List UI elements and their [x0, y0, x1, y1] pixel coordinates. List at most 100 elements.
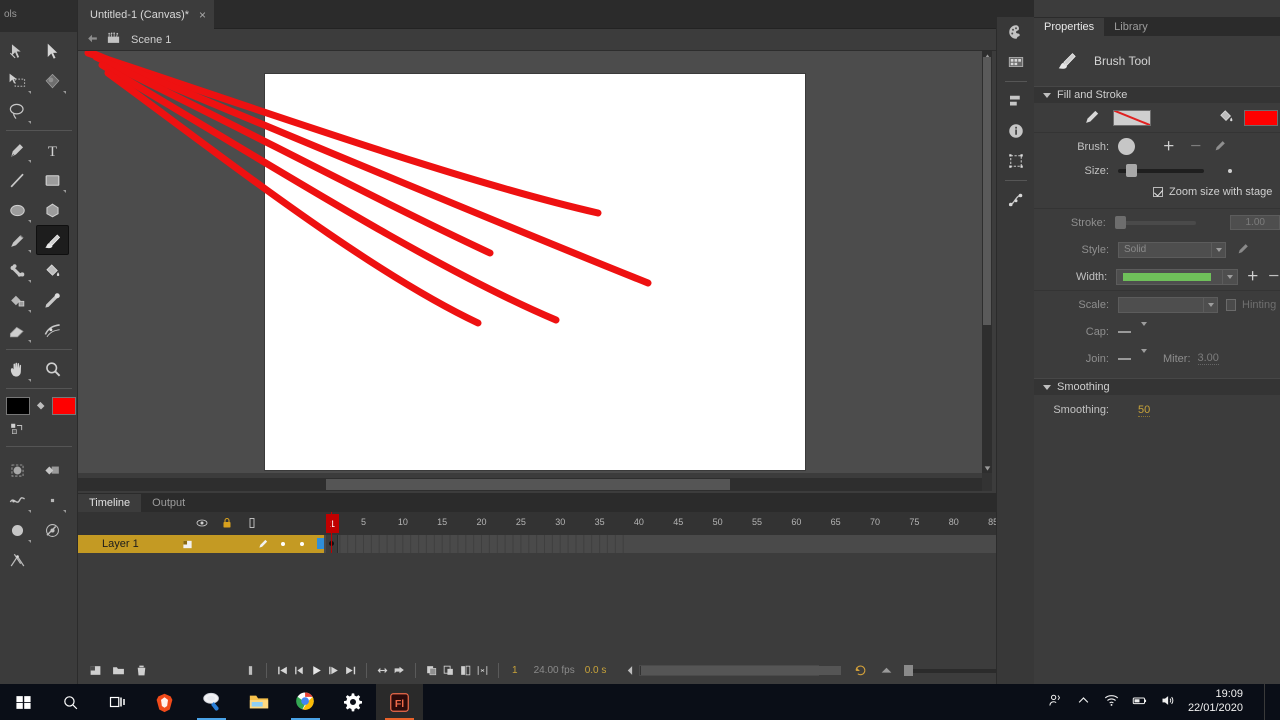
undo-icon[interactable]	[852, 662, 869, 679]
text-tool[interactable]: T	[36, 135, 69, 165]
new-folder-button[interactable]	[110, 662, 127, 679]
lasso-marquee-tool[interactable]	[1, 66, 34, 96]
align-panel-icon[interactable]	[997, 86, 1035, 116]
onion-skin-button[interactable]	[391, 662, 408, 679]
motion-editor-icon[interactable]	[997, 185, 1035, 215]
go-to-first-frame-button[interactable]	[274, 662, 291, 679]
eraser-tool[interactable]	[1, 315, 34, 345]
loop-button[interactable]	[374, 662, 391, 679]
horizontal-scroll-thumb[interactable]	[326, 479, 730, 490]
layer-lock-dot[interactable]	[292, 541, 311, 546]
settings-button[interactable]	[329, 684, 376, 720]
fill-color-swatch[interactable]	[1244, 109, 1278, 126]
new-layer-button[interactable]	[87, 662, 104, 679]
tab-output[interactable]: Output	[141, 494, 196, 512]
section-fill-and-stroke[interactable]: Fill and Stroke	[1034, 86, 1280, 103]
step-forward-button[interactable]	[325, 662, 342, 679]
zoom-size-checkbox[interactable]	[1153, 187, 1163, 197]
layer-visibility-dot[interactable]	[273, 541, 292, 546]
tab-timeline[interactable]: Timeline	[78, 494, 142, 512]
minus-icon[interactable]	[1267, 269, 1280, 284]
plus-icon[interactable]	[1162, 139, 1175, 154]
smoothing-value[interactable]: 50	[1138, 404, 1151, 417]
brave-browser-button[interactable]	[141, 684, 188, 720]
polystar-tool[interactable]	[36, 195, 69, 225]
color-panel-icon[interactable]	[997, 17, 1035, 47]
back-arrow-icon[interactable]	[86, 32, 99, 48]
pencil-tool[interactable]	[1, 225, 34, 255]
show-desktop-button[interactable]	[1264, 684, 1270, 720]
taskbar-clock[interactable]: 19:09 22/01/2020	[1188, 688, 1243, 716]
paint-bucket-icon[interactable]	[1217, 107, 1235, 128]
stage-vertical-scrollbar[interactable]	[982, 51, 992, 473]
insert-blank-keyframe-button[interactable]	[440, 662, 457, 679]
rectangle-tool[interactable]	[36, 165, 69, 195]
pencil-stroke-icon[interactable]	[1084, 108, 1101, 128]
free-transform-frame-button[interactable]	[474, 662, 491, 679]
pen-tool[interactable]	[1, 135, 34, 165]
keyframe-cell[interactable]	[326, 535, 338, 553]
battery-icon[interactable]	[1132, 693, 1147, 711]
scroll-left-icon[interactable]	[622, 662, 639, 679]
selection-tool[interactable]	[36, 36, 69, 66]
close-icon[interactable]: ×	[199, 9, 206, 21]
info-panel-icon[interactable]	[997, 116, 1035, 146]
timeline-scroll-slider[interactable]	[639, 665, 842, 676]
people-icon[interactable]	[1048, 693, 1063, 711]
zoom-tool[interactable]	[36, 354, 69, 384]
zoom-out-icon[interactable]	[878, 662, 895, 679]
tab-properties[interactable]: Properties	[1034, 18, 1105, 36]
scene-name[interactable]: Scene 1	[131, 34, 171, 46]
timeline-zoom-slider[interactable]	[904, 664, 999, 676]
stroke-color-swatch[interactable]	[6, 397, 30, 415]
outline-icon[interactable]	[246, 517, 258, 532]
vertical-scroll-thumb[interactable]	[983, 57, 991, 325]
lasso-tool[interactable]	[1, 96, 34, 126]
fill-color-swatch[interactable]	[52, 397, 76, 415]
hand-tool[interactable]	[1, 354, 34, 384]
snap-to-objects-option[interactable]	[1, 545, 34, 575]
scroll-down-icon[interactable]	[982, 463, 992, 473]
plus-icon[interactable]	[1246, 269, 1259, 284]
stage-area[interactable]	[78, 51, 990, 473]
layer-name[interactable]: Layer 1	[102, 538, 139, 550]
paint-bucket-tool[interactable]	[36, 255, 69, 285]
zoom-size-with-stage-row[interactable]: Zoom size with stage	[1034, 182, 1280, 202]
width-profile-combo[interactable]	[1116, 268, 1224, 285]
show-hidden-icons-icon[interactable]	[1076, 693, 1091, 711]
stage-canvas[interactable]	[265, 74, 805, 470]
section-smoothing[interactable]: Smoothing	[1034, 378, 1280, 395]
fps-value[interactable]: 24.00 fps	[534, 665, 575, 676]
paint-app-button[interactable]	[188, 684, 235, 720]
brush-shape-option[interactable]	[36, 515, 69, 545]
eye-icon[interactable]	[196, 517, 208, 532]
object-drawing-option[interactable]	[1, 455, 34, 485]
timeline-empty-body[interactable]	[78, 553, 1034, 666]
current-frame-value[interactable]: 1	[512, 665, 518, 676]
ink-bottle-tool[interactable]	[1, 285, 34, 315]
go-to-last-frame-button[interactable]	[342, 662, 359, 679]
lock-icon[interactable]	[221, 517, 233, 532]
smooth-option[interactable]	[1, 485, 34, 515]
onion-skin-toggle[interactable]	[242, 662, 259, 679]
insert-frame-button[interactable]	[457, 662, 474, 679]
stroke-color-swatch[interactable]	[1113, 109, 1151, 126]
start-button[interactable]	[0, 684, 47, 720]
insert-keyframe-button[interactable]	[423, 662, 440, 679]
search-button[interactable]	[47, 684, 94, 720]
timeline-frames-strip[interactable]	[324, 535, 1064, 553]
brush-size-slider[interactable]	[1118, 164, 1204, 177]
swap-colors-icon[interactable]	[8, 420, 26, 438]
lock-fill-option[interactable]	[36, 455, 69, 485]
brush-tool[interactable]	[36, 225, 69, 255]
edit-brush-icon[interactable]	[1214, 139, 1227, 155]
bone-tool[interactable]	[1, 255, 34, 285]
step-back-button[interactable]	[291, 662, 308, 679]
transform-panel-icon[interactable]	[997, 146, 1035, 176]
document-tab[interactable]: Untitled-1 (Canvas)* ×	[78, 0, 215, 29]
tab-library[interactable]: Library	[1104, 18, 1158, 36]
chrome-button[interactable]	[282, 684, 329, 720]
gradient-transform-tool[interactable]	[36, 66, 69, 96]
eyedropper-tool[interactable]	[36, 285, 69, 315]
brush-size-option[interactable]	[1, 515, 34, 545]
